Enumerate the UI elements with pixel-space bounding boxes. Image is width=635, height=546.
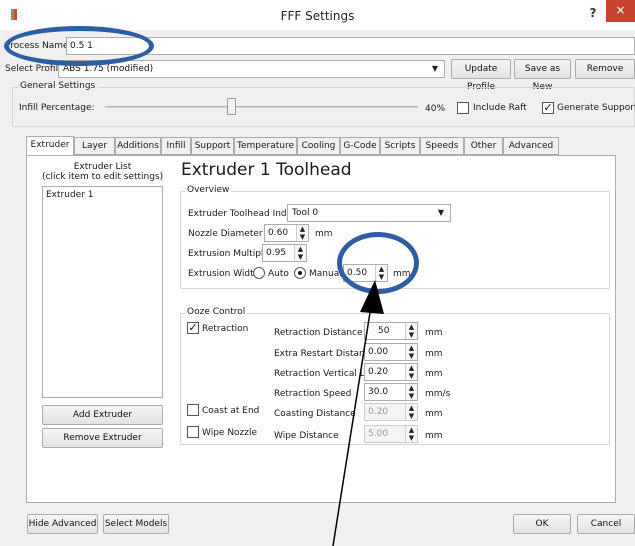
wipe-nozzle-checkbox[interactable]: [187, 426, 199, 438]
tab-extruder[interactable]: Extruder: [26, 136, 74, 156]
tab-temperature[interactable]: Temperature: [234, 137, 297, 155]
retraction-speed-unit: mm/s: [425, 389, 451, 399]
nozzle-diameter-spinbox[interactable]: 0.60 ▲ ▼: [264, 224, 309, 242]
update-profile-button[interactable]: Update Profile: [451, 59, 511, 92]
add-extruder-button[interactable]: Add Extruder: [42, 405, 163, 425]
tab-scripts[interactable]: Scripts: [380, 137, 420, 155]
hide-advanced-button[interactable]: Hide Advanced: [27, 514, 98, 534]
window-title: FFF Settings: [280, 9, 355, 23]
extruder-list-title: Extruder List: [73, 162, 132, 172]
ok-button[interactable]: OK: [513, 514, 571, 534]
help-button[interactable]: ?: [583, 3, 603, 23]
spin-arrows-icon[interactable]: ▲ ▼: [296, 225, 308, 241]
infill-percentage-value: 40%: [425, 104, 446, 114]
width-auto-radio[interactable]: [253, 267, 265, 279]
chevron-down-icon: ▼: [431, 64, 438, 73]
list-item[interactable]: Extruder 1: [46, 190, 93, 200]
extruder-list[interactable]: Extruder 1: [42, 186, 163, 398]
toolhead-index-label: Extruder Toolhead Index: [188, 209, 298, 219]
infill-slider-handle[interactable]: [227, 98, 236, 115]
extrusion-width-value: 0.50: [347, 268, 368, 278]
remove-profile-button[interactable]: Remove: [575, 59, 635, 79]
toolhead-index-select[interactable]: Tool 0 ▼: [287, 204, 451, 222]
extrusion-multiplier-spinbox[interactable]: 0.95 ▲ ▼: [262, 244, 307, 262]
wipe-distance-unit: mm: [425, 431, 443, 441]
tab-cooling[interactable]: Cooling: [297, 137, 340, 155]
annotation-arrow: [332, 280, 384, 546]
extrusion-multiplier-value: 0.95: [266, 248, 287, 258]
remove-extruder-button[interactable]: Remove Extruder: [42, 428, 163, 448]
extra-restart-distance-unit: mm: [425, 349, 443, 359]
tab-layer[interactable]: Layer: [74, 137, 115, 155]
generate-support-checkbox[interactable]: ✓: [542, 102, 554, 114]
retraction-distance-unit: mm: [425, 328, 443, 338]
include-raft-label: Include Raft: [473, 103, 527, 113]
tab-other[interactable]: Other: [464, 137, 503, 155]
toolhead-index-value: Tool 0: [292, 208, 319, 218]
include-raft-checkbox[interactable]: [457, 102, 469, 114]
overview-title: Overview: [185, 185, 232, 195]
process-name-label: Process Name:: [5, 41, 72, 51]
tab-infill[interactable]: Infill: [161, 137, 191, 155]
tab-gcode[interactable]: G-Code: [340, 137, 380, 155]
retraction-label: Retraction: [202, 324, 249, 334]
general-settings-title: General Settings: [18, 81, 98, 91]
nozzle-diameter-unit: mm: [315, 229, 333, 239]
nozzle-diameter-label: Nozzle Diameter: [188, 229, 263, 239]
tab-advanced[interactable]: Advanced: [503, 137, 559, 155]
close-button[interactable]: ×: [606, 0, 635, 22]
profile-select[interactable]: ABS 1.75 (modified) ▼: [58, 60, 445, 78]
retraction-vertical-lift-unit: mm: [425, 369, 443, 379]
select-models-button[interactable]: Select Models: [103, 514, 169, 534]
extrusion-width-label: Extrusion Width: [188, 269, 260, 279]
wipe-nozzle-label: Wipe Nozzle: [202, 428, 258, 438]
width-manual-label: Manual: [309, 269, 342, 279]
spin-arrows-icon[interactable]: ▲ ▼: [405, 426, 417, 442]
width-manual-radio[interactable]: [294, 267, 306, 279]
tab-additions[interactable]: Additions: [115, 137, 161, 155]
spin-arrows-icon[interactable]: ▲ ▼: [294, 245, 306, 261]
spin-arrows-icon[interactable]: ▲ ▼: [405, 384, 417, 400]
tab-support[interactable]: Support: [191, 137, 234, 155]
ooze-control-title: Ooze Control: [185, 307, 248, 317]
title-bar[interactable]: FFF Settings ? ×: [0, 0, 635, 30]
nozzle-diameter-value: 0.60: [268, 228, 289, 238]
retraction-checkbox[interactable]: ✓: [187, 322, 199, 334]
infill-slider-track[interactable]: [105, 106, 418, 108]
cancel-button[interactable]: Cancel: [577, 514, 635, 534]
spin-arrows-icon[interactable]: ▲ ▼: [405, 404, 417, 420]
profile-select-value: ABS 1.75 (modified): [63, 64, 154, 74]
spin-arrows-icon[interactable]: ▲ ▼: [405, 364, 417, 380]
toolhead-heading: Extruder 1 Toolhead: [181, 160, 352, 180]
spin-arrows-icon[interactable]: ▲ ▼: [405, 344, 417, 360]
process-name-input[interactable]: 0.5 1: [66, 37, 635, 55]
extrusion-width-unit: mm: [393, 269, 411, 279]
coast-at-end-checkbox[interactable]: [187, 404, 199, 416]
spin-arrows-icon[interactable]: ▲ ▼: [405, 323, 417, 339]
tab-speeds[interactable]: Speeds: [420, 137, 464, 155]
spin-arrows-icon[interactable]: ▲ ▼: [375, 265, 387, 281]
save-as-new-button[interactable]: Save as New: [514, 59, 571, 92]
infill-percentage-label: Infill Percentage:: [19, 103, 95, 113]
window: FFF Settings ? × Process Name: 0.5 1 Sel…: [0, 0, 635, 546]
generate-support-label: Generate Support: [557, 103, 635, 113]
extruder-list-hint: (click item to edit settings): [42, 172, 164, 182]
chevron-down-icon: ▼: [437, 208, 444, 217]
coasting-distance-unit: mm: [425, 409, 443, 419]
coast-at-end-label: Coast at End: [202, 406, 260, 416]
width-auto-label: Auto: [268, 269, 289, 279]
